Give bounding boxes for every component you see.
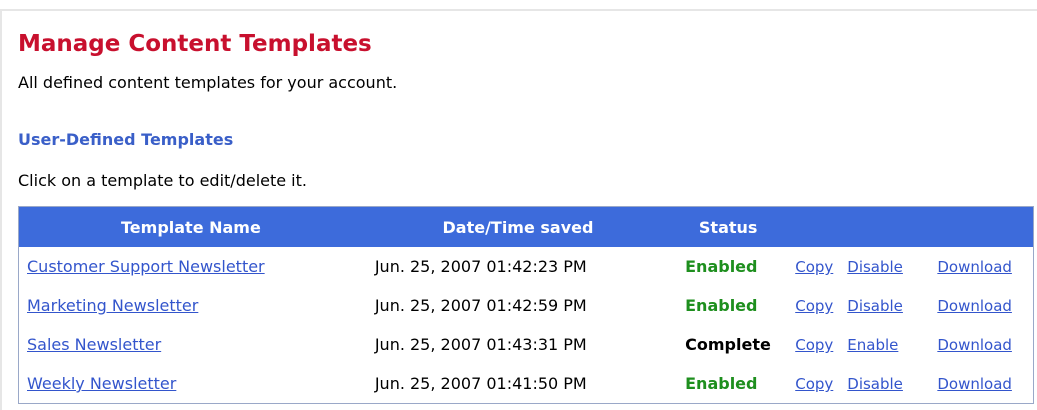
toggle-cell: Disable: [843, 364, 925, 404]
enable-link[interactable]: Enable: [847, 336, 898, 354]
section-heading: User-Defined Templates: [18, 130, 234, 149]
disable-link[interactable]: Disable: [847, 258, 903, 276]
copy-link[interactable]: Copy: [795, 336, 833, 354]
copy-cell: Copy: [783, 247, 843, 286]
table-header-row: Template Name Date/Time saved Status: [18, 206, 1034, 247]
column-header-toggle-blank: [843, 206, 926, 247]
toggle-cell: Enable: [843, 325, 925, 364]
toggle-cell: Disable: [843, 247, 925, 286]
copy-link[interactable]: Copy: [795, 258, 833, 276]
status-badge: Enabled: [685, 296, 758, 315]
column-header-status: Status: [673, 206, 784, 247]
page-subtitle: All defined content templates for your a…: [18, 73, 398, 92]
copy-cell: Copy: [783, 364, 843, 404]
download-cell: Download: [925, 325, 1033, 364]
table-row: Sales Newsletter Jun. 25, 2007 01:43:31 …: [19, 325, 1034, 364]
download-cell: Download: [925, 364, 1033, 404]
template-name-link[interactable]: Weekly Newsletter: [27, 374, 176, 393]
disable-link[interactable]: Disable: [847, 297, 903, 315]
template-name-cell: Sales Newsletter: [19, 325, 363, 364]
template-name-cell: Weekly Newsletter: [19, 364, 363, 404]
table-body: Customer Support Newsletter Jun. 25, 200…: [19, 247, 1034, 404]
toggle-cell: Disable: [843, 286, 925, 325]
saved-datetime: Jun. 25, 2007 01:42:59 PM: [374, 296, 587, 315]
templates-table: Template Name Date/Time saved Status Cus…: [18, 206, 1034, 404]
status-badge: Enabled: [685, 257, 758, 276]
column-header-template-name: Template Name: [18, 206, 363, 247]
disable-link[interactable]: Disable: [847, 375, 903, 393]
table-row: Weekly Newsletter Jun. 25, 2007 01:41:50…: [19, 364, 1034, 404]
download-link[interactable]: Download: [937, 336, 1012, 354]
template-name-link[interactable]: Customer Support Newsletter: [27, 257, 265, 276]
instructions-text: Click on a template to edit/delete it.: [18, 171, 307, 190]
template-name-cell: Marketing Newsletter: [19, 286, 363, 325]
column-header-copy-blank: [783, 206, 844, 247]
table-row: Customer Support Newsletter Jun. 25, 200…: [19, 247, 1034, 286]
copy-cell: Copy: [783, 286, 843, 325]
template-name-link[interactable]: Marketing Newsletter: [27, 296, 198, 315]
download-cell: Download: [925, 247, 1033, 286]
download-link[interactable]: Download: [937, 375, 1012, 393]
saved-datetime: Jun. 25, 2007 01:41:50 PM: [374, 374, 587, 393]
table-row: Marketing Newsletter Jun. 25, 2007 01:42…: [19, 286, 1034, 325]
table-header: Template Name Date/Time saved Status: [18, 206, 1034, 247]
page-title: Manage Content Templates: [18, 31, 372, 57]
template-name-cell: Customer Support Newsletter: [19, 247, 363, 286]
copy-link[interactable]: Copy: [795, 375, 833, 393]
copy-link[interactable]: Copy: [795, 297, 833, 315]
column-header-download-blank: [925, 206, 1034, 247]
download-link[interactable]: Download: [937, 297, 1012, 315]
status-badge: Enabled: [685, 374, 758, 393]
saved-datetime: Jun. 25, 2007 01:42:23 PM: [374, 257, 587, 276]
download-link[interactable]: Download: [937, 258, 1012, 276]
saved-datetime: Jun. 25, 2007 01:43:31 PM: [374, 335, 587, 354]
copy-cell: Copy: [783, 325, 843, 364]
download-cell: Download: [925, 286, 1033, 325]
template-name-link[interactable]: Sales Newsletter: [27, 335, 161, 354]
status-badge: Complete: [685, 335, 771, 354]
column-header-date-saved: Date/Time saved: [362, 206, 674, 247]
page-frame: Manage Content Templates All defined con…: [0, 9, 1037, 410]
